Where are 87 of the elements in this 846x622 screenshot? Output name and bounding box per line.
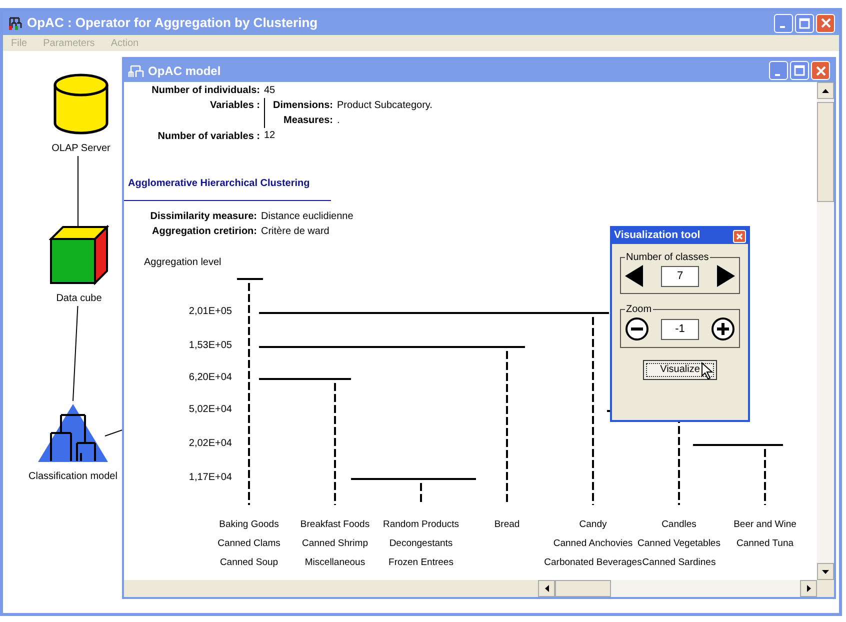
next-button[interactable]: [717, 265, 735, 287]
previous-button[interactable]: [625, 265, 643, 287]
level-label: 5,02E+04: [188, 404, 232, 415]
leaf-label: Canned Anchovies: [553, 538, 633, 549]
section-heading: Agglomerative Hierarchical Clustering: [128, 178, 310, 189]
close-icon: [820, 18, 830, 28]
leaf-label: Canned Soup: [220, 557, 278, 568]
scroll-up-button[interactable]: [817, 82, 834, 99]
right-triangle-icon: [717, 265, 735, 287]
level-label: 1,17E+04: [188, 472, 232, 483]
node-label: Data cube: [56, 291, 102, 306]
zoom-out-icon: [625, 317, 649, 341]
window-title: OpAC : Operator for Aggregation by Clustering: [27, 14, 319, 32]
app-icon: [7, 15, 23, 31]
right-arrow-icon: [806, 585, 810, 592]
field-value: 45: [264, 84, 276, 98]
left-arrow-icon: [544, 585, 548, 592]
field-label: Variables :: [210, 99, 260, 113]
up-arrow-icon: [822, 88, 829, 92]
level-label: 2,02E+04: [188, 438, 232, 449]
field-value: .: [337, 114, 340, 128]
maximize-icon: [799, 18, 810, 28]
dendrogram-model-icon: [37, 403, 109, 463]
minimize-icon: [774, 74, 780, 76]
leaf-label: Decongestants: [389, 538, 453, 549]
leaf-label: Carbonated Beverages: [544, 557, 642, 568]
field-label: Aggregation cretirion:: [152, 225, 257, 239]
group-label: Number of classes: [625, 251, 710, 265]
leaf-label: Beer and Wine: [734, 519, 796, 530]
close-button[interactable]: [811, 61, 830, 80]
leaf-label: Bread: [494, 519, 520, 530]
scroll-left-button[interactable]: [538, 580, 555, 597]
leaf-label: Breakfast Foods: [300, 519, 370, 530]
field-value: Distance euclidienne: [261, 210, 354, 224]
leaf-label: Canned Tuna: [736, 538, 794, 549]
leaf-label: Baking Goods: [219, 519, 279, 530]
left-triangle-icon: [625, 265, 643, 287]
field-label: Measures:: [284, 114, 334, 128]
cube-icon: [49, 225, 109, 285]
minimize-button[interactable]: [774, 14, 793, 32]
field-label: Dimensions:: [273, 99, 334, 113]
leaf-label: Random Products: [382, 519, 460, 530]
field-label: Number of individuals:: [152, 84, 260, 98]
level-label: 1,53E+05: [188, 340, 232, 351]
visualize-button[interactable]: Visualize: [643, 360, 717, 380]
minimize-button[interactable]: [769, 61, 788, 80]
field-value: Product Subcategory.: [337, 99, 432, 113]
cursor-icon: [701, 362, 713, 380]
field-label: Number of variables :: [158, 130, 260, 144]
database-icon: [53, 73, 109, 135]
scroll-right-button[interactable]: [800, 580, 817, 597]
scroll-thumb[interactable]: [555, 580, 611, 597]
dendrogram-icon: [128, 62, 144, 78]
zoom-in-icon: [711, 317, 735, 341]
field-value: 12: [264, 129, 276, 143]
scroll-thumb[interactable]: [817, 102, 834, 202]
level-label: 2,01E+05: [188, 306, 232, 317]
close-button[interactable]: [816, 14, 835, 32]
axis-title: Aggregation level: [144, 257, 222, 268]
classes-input[interactable]: 7: [661, 266, 699, 286]
maximize-button[interactable]: [790, 61, 809, 80]
leaf-label: Frozen Entrees: [388, 557, 454, 568]
field-value: Critère de ward: [261, 225, 330, 239]
group-label: Zoom: [625, 303, 653, 317]
leaf-label: Miscellaneous: [304, 557, 366, 568]
window-title: Visualization tool: [614, 228, 702, 244]
close-icon: [736, 232, 743, 240]
zoom-out-button[interactable]: [625, 317, 649, 341]
scroll-down-button[interactable]: [817, 563, 834, 580]
leaf-label: Canned Sardines: [642, 557, 716, 568]
leaf-label: Canned Clams: [218, 538, 280, 549]
close-icon: [816, 66, 826, 76]
close-button[interactable]: [733, 230, 746, 242]
field-label: Dissimilarity measure:: [150, 210, 257, 224]
zoom-in-button[interactable]: [711, 317, 735, 341]
zoom-input[interactable]: -1: [661, 318, 699, 340]
leaf-label: Candy: [579, 519, 607, 530]
maximize-button[interactable]: [795, 14, 814, 32]
down-arrow-icon: [822, 570, 829, 574]
vertical-scrollbar[interactable]: [817, 82, 834, 580]
minimize-icon: [780, 26, 784, 28]
window-title: OpAC model: [148, 62, 222, 80]
leaf-label: Canned Vegetables: [638, 538, 720, 549]
leaf-label: Canned Shrimp: [302, 538, 368, 549]
maximize-icon: [794, 65, 805, 76]
leaf-label: Candles: [662, 519, 696, 530]
level-label: 6,20E+04: [188, 372, 232, 383]
